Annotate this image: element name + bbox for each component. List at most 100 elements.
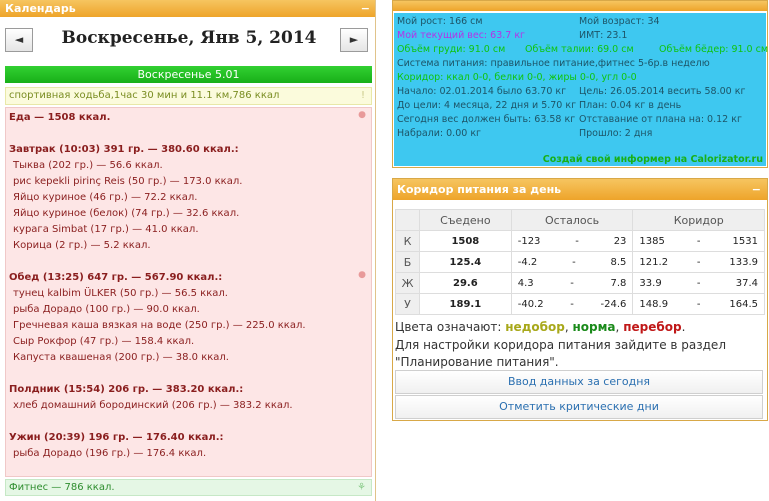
informer-cell: ИМТ: 23.1: [579, 30, 628, 41]
meal-item: Капуста квашеная (200 гр.) — 38.0 ккал.: [13, 352, 229, 363]
informer-cell: До цели: 4 месяца, 22 дня и 5.70 кг: [397, 100, 577, 111]
date-title: Воскресенье, Янв 5, 2014: [61, 28, 317, 48]
legend-end: .: [681, 320, 686, 334]
informer-cell: Система питания: правильное питание,фитн…: [397, 58, 710, 69]
collapse-icon[interactable]: −: [361, 0, 370, 17]
legend-under: недобор: [505, 320, 565, 334]
legend-sep: ,: [564, 320, 569, 334]
meal-item: Корица (2 гр.) — 5.2 ккал.: [13, 240, 151, 251]
informer-cell: Мой текущий вес: 63.7 кг: [397, 30, 526, 41]
exclamation-icon: !: [360, 90, 365, 101]
enter-data-button[interactable]: Ввод данных за сегодня: [395, 370, 763, 394]
informer-panel: Мой рост: 166 см Мой возраст: 34 Мой текущ…: [392, 0, 768, 168]
nutrient-label: У: [395, 293, 420, 315]
remaining-max: -24.6: [600, 298, 627, 310]
critical-days-button[interactable]: Отметить критические дни: [395, 395, 763, 419]
informer-header: [393, 1, 767, 11]
remaining-cell: -4.2 - 8.5: [510, 251, 634, 273]
meal-item: тунец kalbim ÜLKER (50 гр.) — 56.5 ккал.: [13, 288, 228, 299]
informer-row: Мой текущий вес: 63.7 кг ИМТ: 23.1: [397, 29, 763, 43]
table-header: Коридор: [632, 209, 765, 231]
fitness-row[interactable]: Фитнес — 786 ккал. ⚘: [5, 479, 372, 496]
apple-icon: ●: [358, 270, 366, 280]
dash: -: [570, 277, 574, 289]
legend-over: перебор: [623, 320, 682, 334]
prev-day-button[interactable]: ◄: [5, 28, 33, 52]
informer-cell: Цель: 26.05.2014 весить 58.00 кг: [579, 86, 746, 97]
table-row: К 1508 -123 - 23 1385 - 1531: [395, 230, 765, 252]
remaining-max: 23: [613, 235, 627, 247]
meal-heading: Еда — 1508 ккал.: [9, 112, 111, 123]
meal-spacer: [9, 414, 368, 430]
table-header: Съедено: [419, 209, 512, 231]
nutrient-label: К: [395, 230, 420, 252]
corridor-header: Коридор питания за день −: [393, 179, 767, 200]
table-header: Осталось: [510, 209, 634, 231]
corridor-cell: 1385 - 1531: [632, 230, 765, 252]
calendar-panel: Календарь − ◄ Воскресенье, Янв 5, 2014 ►…: [0, 0, 376, 501]
informer-row: Мой рост: 166 см Мой возраст: 34: [397, 15, 763, 29]
informer-cell: Набрали: 0.00 кг: [397, 128, 482, 139]
corridor-cell: 121.2 - 133.9: [632, 251, 765, 273]
remaining-min: 4.3: [517, 277, 534, 289]
meal-item: Гречневая каша вязкая на воде (250 гр.) …: [13, 320, 306, 331]
informer-row: До цели: 4 месяца, 22 дня и 5.70 кг План:…: [397, 99, 763, 113]
corridor-max: 1531: [732, 235, 758, 247]
remaining-cell: -40.2 - -24.6: [510, 293, 634, 315]
informer-cell: Объём груди: 91.0 см: [397, 44, 506, 55]
informer-cell: Сегодня вес должен быть: 63.58 кг: [397, 114, 576, 125]
day-header: Воскресенье 5.01: [5, 66, 372, 83]
collapse-icon[interactable]: −: [752, 179, 761, 200]
informer-row: Начало: 02.01.2014 было 63.70 кг Цель: 26…: [397, 85, 763, 99]
dash: -: [696, 277, 701, 289]
informer-row: Объём груди: 91.0 см Объём талии: 69.0 см…: [397, 43, 768, 57]
remaining-cell: -123 - 23: [510, 230, 634, 252]
informer-cell: План: 0.04 кг в день: [579, 100, 682, 111]
informer-cell: Объём талии: 69.0 см: [525, 44, 634, 55]
informer-cell: Коридор: ккал 0-0, белки 0-0, жиры 0-0, …: [397, 72, 637, 83]
remaining-max: 7.8: [610, 277, 627, 289]
corridor-cell: 148.9 - 164.5: [632, 293, 765, 315]
color-legend: Цвета означают: недобор, норма, перебор.: [395, 319, 685, 336]
corridor-min: 33.9: [639, 277, 662, 289]
activity-row[interactable]: спортивная ходьба,1час 30 мин и 11.1 км,…: [5, 87, 372, 105]
date-nav: ◄ Воскресенье, Янв 5, 2014 ►: [5, 24, 373, 58]
calendar-header: Календарь −: [0, 0, 375, 17]
nutrient-label: Ж: [395, 272, 420, 294]
meal-item: Яйцо куриное (белок) (74 гр.) — 32.6 кка…: [13, 208, 240, 219]
dash: -: [575, 235, 579, 247]
meal-item: рыба Дорадо (196 гр.) — 176.4 ккал.: [13, 448, 207, 459]
dash: -: [570, 298, 574, 310]
remaining-min: -40.2: [517, 298, 544, 310]
eaten-cell: 189.1: [419, 293, 512, 315]
informer-cell: Объём бёдер: 91.0 см: [659, 44, 769, 55]
corridor-min: 1385: [639, 235, 665, 247]
dash: -: [572, 256, 576, 268]
table-row: Ж 29.6 4.3 - 7.8 33.9 - 37.4: [395, 272, 765, 294]
corridor-cell: 33.9 - 37.4: [632, 272, 765, 294]
meals-list: Еда — 1508 ккал. ● Завтрак (10:03) 391 гр.…: [5, 107, 372, 477]
table-row: Б 125.4 -4.2 - 8.5 121.2 - 133.9: [395, 251, 765, 273]
meal-spacer: [9, 126, 368, 142]
remaining-min: -4.2: [517, 256, 538, 268]
next-day-button[interactable]: ►: [340, 28, 368, 52]
help-text: Для настройки коридора питания зайдите в…: [395, 338, 726, 369]
informer-site-link[interactable]: Создай свой информер на Calorizator.ru: [543, 154, 763, 165]
remaining-max: 8.5: [610, 256, 627, 268]
meal-item: Тыква (202 гр.) — 56.6 ккал.: [13, 160, 163, 171]
meal-item: курага Simbat (17 гр.) — 41.0 ккал.: [13, 224, 199, 235]
informer-cell: Мой возраст: 34: [579, 16, 660, 27]
calendar-title: Календарь: [5, 2, 76, 15]
remaining-cell: 4.3 - 7.8: [510, 272, 634, 294]
table-row: У 189.1 -40.2 - -24.6 148.9 - 164.5: [395, 293, 765, 315]
legend-prefix: Цвета означают:: [395, 320, 502, 334]
informer-cell: Мой рост: 166 см: [397, 16, 483, 27]
table-header: [395, 209, 420, 231]
informer-row: Сегодня вес должен быть: 63.58 кг Отстава…: [397, 113, 763, 127]
corridor-max: 133.9: [729, 256, 758, 268]
meal-item: рыба Дорадо (100 гр.) — 90.0 ккал.: [13, 304, 200, 315]
meal-spacer: [9, 366, 368, 382]
meal-item: Яйцо куриное (46 гр.) — 72.2 ккал.: [13, 192, 198, 203]
corridor-max: 164.5: [729, 298, 758, 310]
runner-icon: ⚘: [357, 482, 366, 493]
